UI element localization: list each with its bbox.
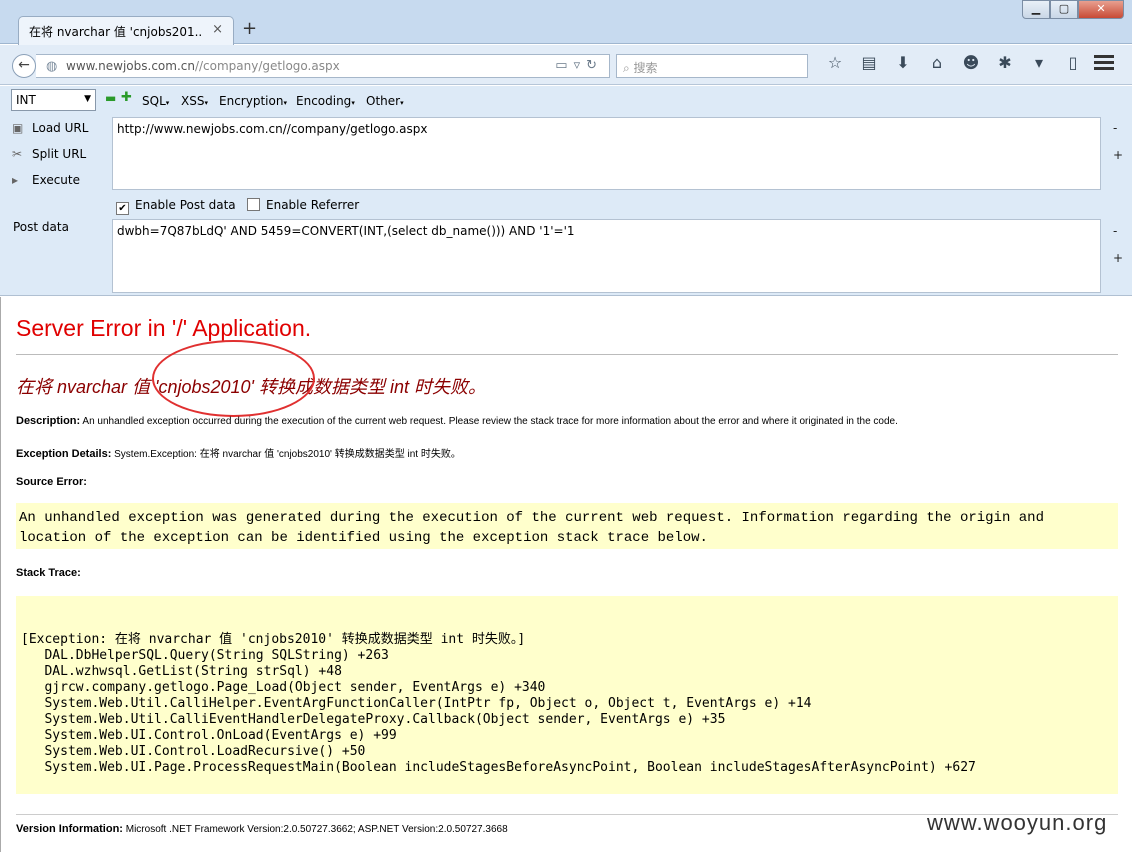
search-icon: ⌕ — [623, 61, 634, 75]
url-shrink-button[interactable]: - — [1113, 121, 1117, 135]
check-icon: ✔ — [116, 202, 129, 215]
url-textarea[interactable]: http://www.newjobs.com.cn//company/getlo… — [112, 117, 1101, 190]
decrease-icon[interactable]: ▬ — [105, 91, 116, 105]
post-shrink-button[interactable]: - — [1113, 224, 1117, 238]
stack-trace-box: [Exception: 在将 nvarchar 值 'cnjobs2010' 转… — [16, 596, 1118, 794]
menu-other[interactable]: Other▾ — [366, 94, 404, 108]
enable-referrer-checkbox[interactable]: Enable Referrer — [247, 198, 359, 212]
window-minimize-button[interactable]: ▁ — [1022, 0, 1050, 19]
menu-encryption[interactable]: Encryption▾ — [219, 94, 287, 108]
stack-line: System.Web.Util.CalliEventHandlerDelegat… — [21, 712, 726, 727]
url-expand-button[interactable]: + — [1113, 148, 1123, 162]
navigation-bar: ← ◍ www.newjobs.com.cn//company/getlogo.… — [0, 45, 1132, 85]
reader-reload-icons[interactable]: ▭▿↻ — [555, 58, 603, 73]
tab-close-icon[interactable]: × — [212, 22, 223, 37]
window-close-button[interactable]: ✕ — [1078, 0, 1124, 19]
search-placeholder: 搜索 — [633, 61, 658, 75]
address-bar[interactable]: ◍ www.newjobs.com.cn//company/getlogo.as… — [36, 54, 610, 78]
dropdown-icon[interactable]: ▾ — [1022, 53, 1056, 72]
load-url-button[interactable]: ▣ Load URL — [12, 121, 88, 135]
stack-line: DAL.DbHelperSQL.Query(String SQLString) … — [21, 648, 389, 663]
page-content: Server Error in '/' Application. 在将 nvar… — [0, 297, 1132, 852]
home-icon[interactable]: ⌂ — [920, 53, 954, 72]
source-error-label: Source Error: — [16, 476, 87, 488]
description: Description: An unhandled exception occu… — [16, 415, 898, 427]
version-information: Version Information: Microsoft .NET Fram… — [16, 823, 508, 835]
post-data-textarea[interactable]: dwbh=7Q87bLdQ' AND 5459=CONVERT(INT,(sel… — [112, 219, 1101, 293]
menu-xss[interactable]: XSS▾ — [181, 94, 208, 108]
bookmarks-list-icon[interactable]: ▤ — [852, 53, 886, 72]
chat-icon[interactable]: ☻ — [954, 53, 988, 72]
hamburger-menu-icon[interactable] — [1094, 55, 1114, 73]
page-title: Server Error in '/' Application. — [16, 315, 312, 341]
highlight-circle — [152, 340, 315, 417]
watermark: www.wooyun.org — [927, 810, 1108, 835]
download-icon[interactable]: ⬇ — [886, 53, 920, 72]
stack-line: [Exception: 在将 nvarchar 值 'cnjobs2010' 转… — [21, 632, 526, 647]
window-maximize-button[interactable]: ▢ — [1050, 0, 1078, 19]
tab-active[interactable]: 在将 nvarchar 值 'cnjobs201... × — [18, 16, 234, 45]
bookmark-star-icon[interactable]: ☆ — [818, 53, 852, 72]
post-data-label: Post data — [13, 220, 69, 234]
url-domain: www.newjobs.com.cn — [66, 59, 195, 73]
execute-button[interactable]: ▸ Execute — [12, 173, 80, 187]
increase-icon[interactable]: ✚ — [121, 90, 132, 105]
stack-line: DAL.wzhwsql.GetList(String strSql) +48 — [21, 664, 342, 679]
chevron-down-icon: ▼ — [84, 94, 91, 104]
url-path: //company/getlogo.aspx — [194, 59, 340, 73]
new-tab-button[interactable]: + — [242, 18, 257, 39]
stack-line: System.Web.UI.Page.ProcessRequestMain(Bo… — [21, 760, 976, 775]
toolbar-icons: ☆ ▤ ⬇ ⌂ ☻ ✱ ▾ ▯ — [818, 53, 1090, 72]
stack-line: System.Web.Util.CalliHelper.EventArgFunc… — [21, 696, 812, 711]
type-select[interactable]: INT ▼ — [11, 89, 96, 111]
globe-icon: ◍ — [46, 59, 58, 74]
menu-encoding[interactable]: Encoding▾ — [296, 94, 355, 108]
stack-line: gjrcw.company.getlogo.Page_Load(Object s… — [21, 680, 546, 695]
search-input[interactable]: ⌕ 搜索 — [616, 54, 808, 78]
stack-trace-label: Stack Trace: — [16, 567, 81, 579]
source-error-box: An unhandled exception was generated dur… — [16, 503, 1118, 549]
type-select-value: INT — [16, 93, 36, 107]
back-arrow-icon[interactable]: ← — [12, 54, 36, 78]
notes-icon[interactable]: ▯ — [1056, 53, 1090, 72]
tab-title: 在将 nvarchar 值 'cnjobs201... — [29, 25, 201, 39]
load-url-icon: ▣ — [12, 121, 24, 135]
execute-icon: ▸ — [12, 173, 19, 187]
split-url-icon: ✂ — [12, 147, 23, 161]
enable-post-checkbox[interactable]: ✔ Enable Post data — [116, 198, 236, 215]
split-url-button[interactable]: ✂ Split URL — [12, 147, 86, 161]
menu-sql[interactable]: SQL▾ — [142, 94, 169, 108]
hackbar-panel: INT ▼ ▬ ✚ SQL▾ XSS▾ Encryption▾ Encoding… — [0, 86, 1132, 296]
exception-details: Exception Details: System.Exception: 在将 … — [16, 448, 461, 460]
stack-line: System.Web.UI.Control.OnLoad(EventArgs e… — [21, 728, 397, 743]
bug-icon[interactable]: ✱ — [988, 53, 1022, 72]
title-bar: 在将 nvarchar 值 'cnjobs201... × + ▁ ▢ ✕ — [0, 0, 1132, 45]
post-expand-button[interactable]: + — [1113, 251, 1123, 265]
stack-line: System.Web.UI.Control.LoadRecursive() +5… — [21, 744, 366, 759]
